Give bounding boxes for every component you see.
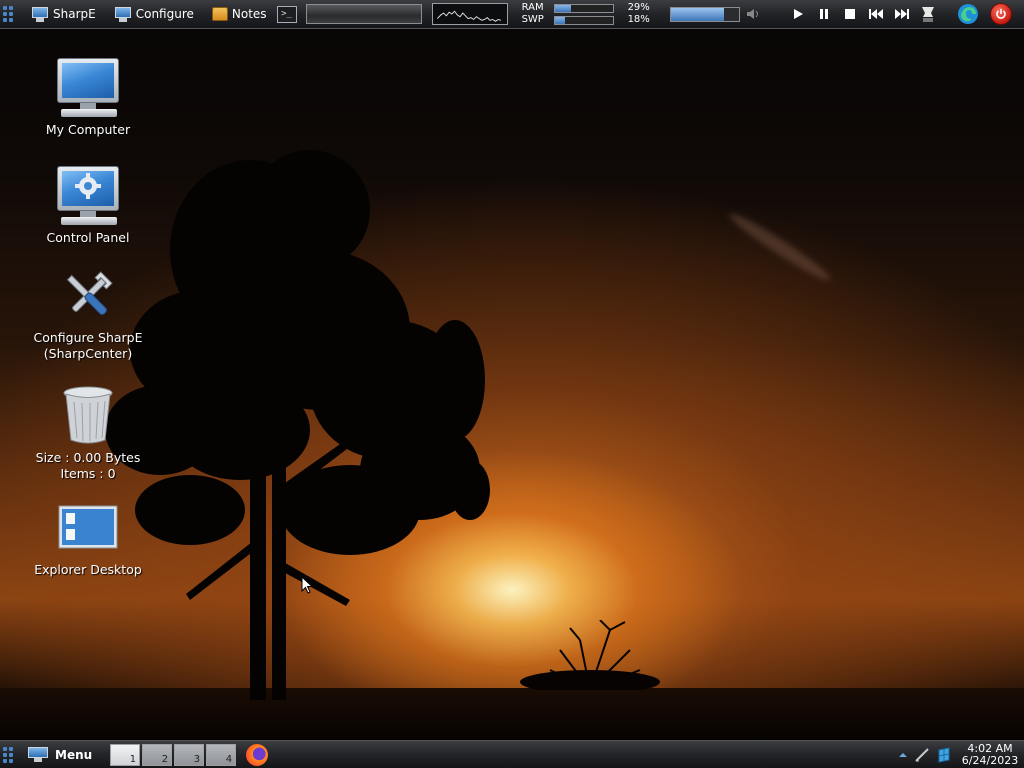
wallpaper-cloud-streak <box>725 208 835 286</box>
pen-icon[interactable] <box>914 747 930 763</box>
desktop-icon-label: Control Panel <box>46 230 130 245</box>
pause-button[interactable] <box>812 4 836 24</box>
desktop-icon-control-panel[interactable]: Control Panel <box>13 164 163 246</box>
desktop-icon-explorer-desktop[interactable]: Explorer Desktop <box>13 504 163 578</box>
tools-icon <box>66 271 113 316</box>
memory-monitor: RAM SWP <box>522 2 622 26</box>
desktop-icon-label: Explorer Desktop <box>34 562 142 577</box>
monitor-icon <box>114 6 132 22</box>
firefox-icon[interactable] <box>246 743 269 766</box>
sharpe-button[interactable]: SharpE <box>27 2 100 26</box>
system-tray <box>898 746 952 763</box>
power-button[interactable] <box>990 3 1012 25</box>
swp-bar <box>553 15 614 25</box>
clock[interactable]: 4:02 AM 6/24/2023 <box>958 741 1022 767</box>
mouse-cursor-icon <box>301 576 313 594</box>
winamp-button[interactable] <box>916 4 940 24</box>
previous-button[interactable] <box>864 4 888 24</box>
workspace-3[interactable]: 3 <box>174 743 205 766</box>
desktop-icon-label: Configure SharpE (SharpCenter) <box>33 330 143 361</box>
clock-time: 4:02 AM <box>967 741 1013 755</box>
ram-percent: 29% <box>627 2 650 13</box>
power-icon <box>996 8 1006 19</box>
menu-label: Menu <box>55 747 93 762</box>
ram-bar <box>553 3 614 13</box>
winamp-icon <box>921 7 934 22</box>
cpu-graph <box>431 3 508 25</box>
top-panel: SharpE Configure Notes >_ RAM SWP 29% 18… <box>0 0 1024 29</box>
edge-icon <box>957 4 978 24</box>
notes-icon <box>211 7 228 21</box>
top-panel-grip[interactable] <box>3 6 13 22</box>
bottom-panel-grip[interactable] <box>3 746 13 763</box>
desktop-icon-recycle-bin[interactable]: Size : 0.00 Bytes Items : 0 <box>13 384 163 482</box>
play-button[interactable] <box>786 4 810 24</box>
desktop-icon-configure-sharpe[interactable]: Configure SharpE (SharpCenter) <box>13 266 163 362</box>
play-icon <box>793 9 803 19</box>
memory-percentages: 29% 18% <box>622 2 656 26</box>
edge-button[interactable] <box>956 4 980 24</box>
ram-bar-fill <box>554 4 572 12</box>
control-panel-icon <box>55 164 121 230</box>
menu-button[interactable]: Menu <box>23 743 96 767</box>
stop-button[interactable] <box>838 4 862 24</box>
bottom-panel: Menu 1 2 3 4 4:02 AM 6/24/2023 <box>0 740 1024 768</box>
sharpe-label: SharpE <box>53 7 96 21</box>
desktop-icon-label: My Computer <box>45 122 131 137</box>
desktop-icon-my-computer[interactable]: My Computer <box>13 56 163 138</box>
clock-date: 6/24/2023 <box>961 753 1019 767</box>
speaker-icon[interactable] <box>746 7 762 21</box>
task-indicator[interactable] <box>305 4 422 24</box>
configure-label: Configure <box>135 7 194 21</box>
volume-slider[interactable] <box>669 6 740 22</box>
pause-icon <box>819 9 828 19</box>
swp-bar-fill <box>554 16 565 24</box>
recycle-bin-icon <box>63 386 113 444</box>
monitor-icon <box>55 56 121 122</box>
media-controls <box>786 4 980 24</box>
previous-icon <box>868 9 883 19</box>
workspace-1[interactable]: 1 <box>110 743 141 766</box>
monitor-icon <box>27 747 49 762</box>
network-icon[interactable] <box>936 746 952 763</box>
workspace-4[interactable]: 4 <box>206 743 237 766</box>
desktop-icon-label: Size : 0.00 Bytes Items : 0 <box>35 450 141 481</box>
tray-expand-icon[interactable] <box>898 750 908 760</box>
stop-icon <box>844 9 855 19</box>
terminal-button[interactable]: >_ <box>276 5 297 23</box>
next-button[interactable] <box>890 4 914 24</box>
swp-percent: 18% <box>627 14 650 25</box>
swp-label: SWP <box>521 14 544 25</box>
next-icon <box>894 9 909 19</box>
workspace-2[interactable]: 2 <box>142 743 173 766</box>
gear-icon <box>75 173 101 199</box>
configure-button[interactable]: Configure <box>110 2 198 26</box>
explorer-desktop-icon <box>58 505 118 549</box>
volume-slider-fill <box>670 7 724 21</box>
wallpaper-bush-silhouette <box>520 620 660 690</box>
workspace-pager: 1 2 3 4 <box>110 743 237 766</box>
notes-label: Notes <box>231 7 267 21</box>
monitor-icon <box>31 6 49 22</box>
ram-label: RAM <box>521 2 544 13</box>
notes-button[interactable]: Notes <box>208 2 271 26</box>
